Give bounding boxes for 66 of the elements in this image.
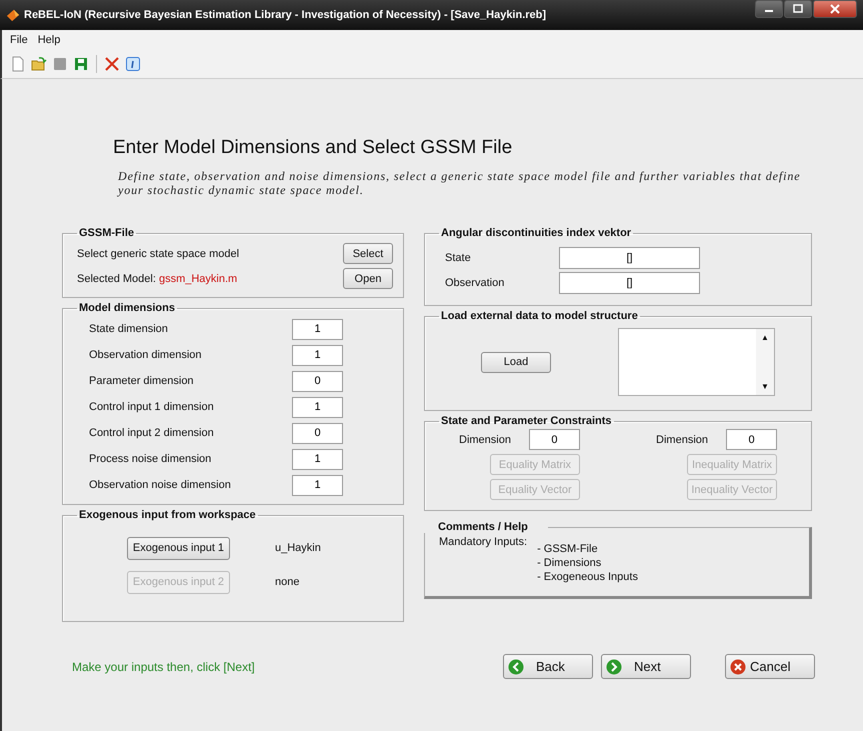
help-item: - Dimensions xyxy=(537,556,602,570)
save-icon[interactable] xyxy=(73,56,89,72)
panel-title: Load external data to model structure xyxy=(440,310,639,322)
input-value: u_Haykin xyxy=(275,542,321,554)
app-icon xyxy=(6,8,20,22)
cancel-icon xyxy=(730,658,746,674)
field-label: Parameter dimension xyxy=(89,375,194,387)
field-label: Observation xyxy=(445,276,506,288)
select-button[interactable]: Select xyxy=(343,243,393,264)
next-button[interactable]: Next xyxy=(601,654,691,679)
window-title: ReBEL-IoN (Recursive Bayesian Estimation Library - Investigation of Necessity) - [Save_Haykin.reb] xyxy=(24,9,546,21)
list-box[interactable]: ▲ ▼ xyxy=(618,328,775,396)
input-value: none xyxy=(275,576,300,588)
selected-model-text: gssm_Haykin.m xyxy=(158,272,238,284)
scroll-up-button[interactable]: ▲ xyxy=(756,329,774,346)
maximize-icon xyxy=(793,4,803,14)
open-button[interactable]: Open xyxy=(343,268,393,289)
dimension-field[interactable]: 0 xyxy=(726,429,777,450)
minimize-button[interactable] xyxy=(755,0,783,18)
description-text: Define state, observation and noise dimensions, select a generic state space model file and further variables that define your stochastic dynamic state space model. xyxy=(118,169,802,197)
dimension-field[interactable]: 1 xyxy=(292,396,343,418)
new-file-icon[interactable] xyxy=(10,56,26,72)
field-label: Dimension xyxy=(459,434,511,446)
field-label: Select generic state space model xyxy=(77,248,240,260)
help-item: - GSSM-File xyxy=(537,542,599,556)
field-label: Control input 1 dimension xyxy=(89,401,214,413)
panel-title: Model dimensions xyxy=(78,302,176,314)
panel-title: GSSM-File xyxy=(78,227,136,239)
panel-title: State and Parameter Constraints xyxy=(440,415,613,427)
field-label: Selected Model: xyxy=(77,272,156,284)
dimension-field[interactable]: 1 xyxy=(292,474,343,496)
folder-icon[interactable] xyxy=(31,56,47,72)
cancel-button[interactable]: Cancel xyxy=(725,654,815,679)
field-label: Observation noise dimension xyxy=(89,479,231,491)
back-button[interactable]: Back xyxy=(503,654,593,679)
delete-icon[interactable] xyxy=(104,56,120,72)
field-label: Control input 2 dimension xyxy=(89,427,214,439)
field-label: Observation dimension xyxy=(89,349,202,361)
dimension-field[interactable]: 1 xyxy=(292,344,343,366)
field-label: Process noise dimension xyxy=(89,453,212,465)
dimension-field[interactable]: 0 xyxy=(292,370,343,392)
exogenous-input-button[interactable]: Exogenous input 1 xyxy=(127,536,230,560)
index-field[interactable]: [] xyxy=(559,272,700,294)
scroll-down-button[interactable]: ▼ xyxy=(756,378,774,395)
status-text: Make your inputs then, click [Next] xyxy=(72,660,255,674)
close-icon xyxy=(830,4,840,14)
help-item: - Exogeneous Inputs xyxy=(537,570,638,584)
close-button[interactable] xyxy=(813,0,857,18)
panel-title: Exogenous input from workspace xyxy=(78,509,257,521)
page-heading: Enter Model Dimensions and Select GSSM File xyxy=(113,137,514,159)
dimension-field[interactable]: 0 xyxy=(528,429,580,450)
dimension-field[interactable]: 1 xyxy=(292,318,343,340)
panel-title: Comments / Help xyxy=(424,521,548,533)
panel-title: Angular discontinuities index vektor xyxy=(440,227,632,239)
field-label: Dimension xyxy=(656,434,708,446)
field-label: Mandatory Inputs: xyxy=(439,536,528,550)
dimension-field[interactable]: 0 xyxy=(292,422,343,444)
dimension-field[interactable]: 1 xyxy=(292,448,343,470)
field-label: State dimension xyxy=(89,323,168,335)
load-button[interactable]: Load xyxy=(481,352,551,372)
field-label: State xyxy=(445,252,472,264)
index-field[interactable]: [] xyxy=(559,246,700,268)
maximize-button[interactable] xyxy=(784,0,812,18)
info-icon[interactable] xyxy=(125,56,141,72)
menu-item[interactable]: File xyxy=(10,34,28,46)
menu-item[interactable]: Help xyxy=(38,34,60,46)
